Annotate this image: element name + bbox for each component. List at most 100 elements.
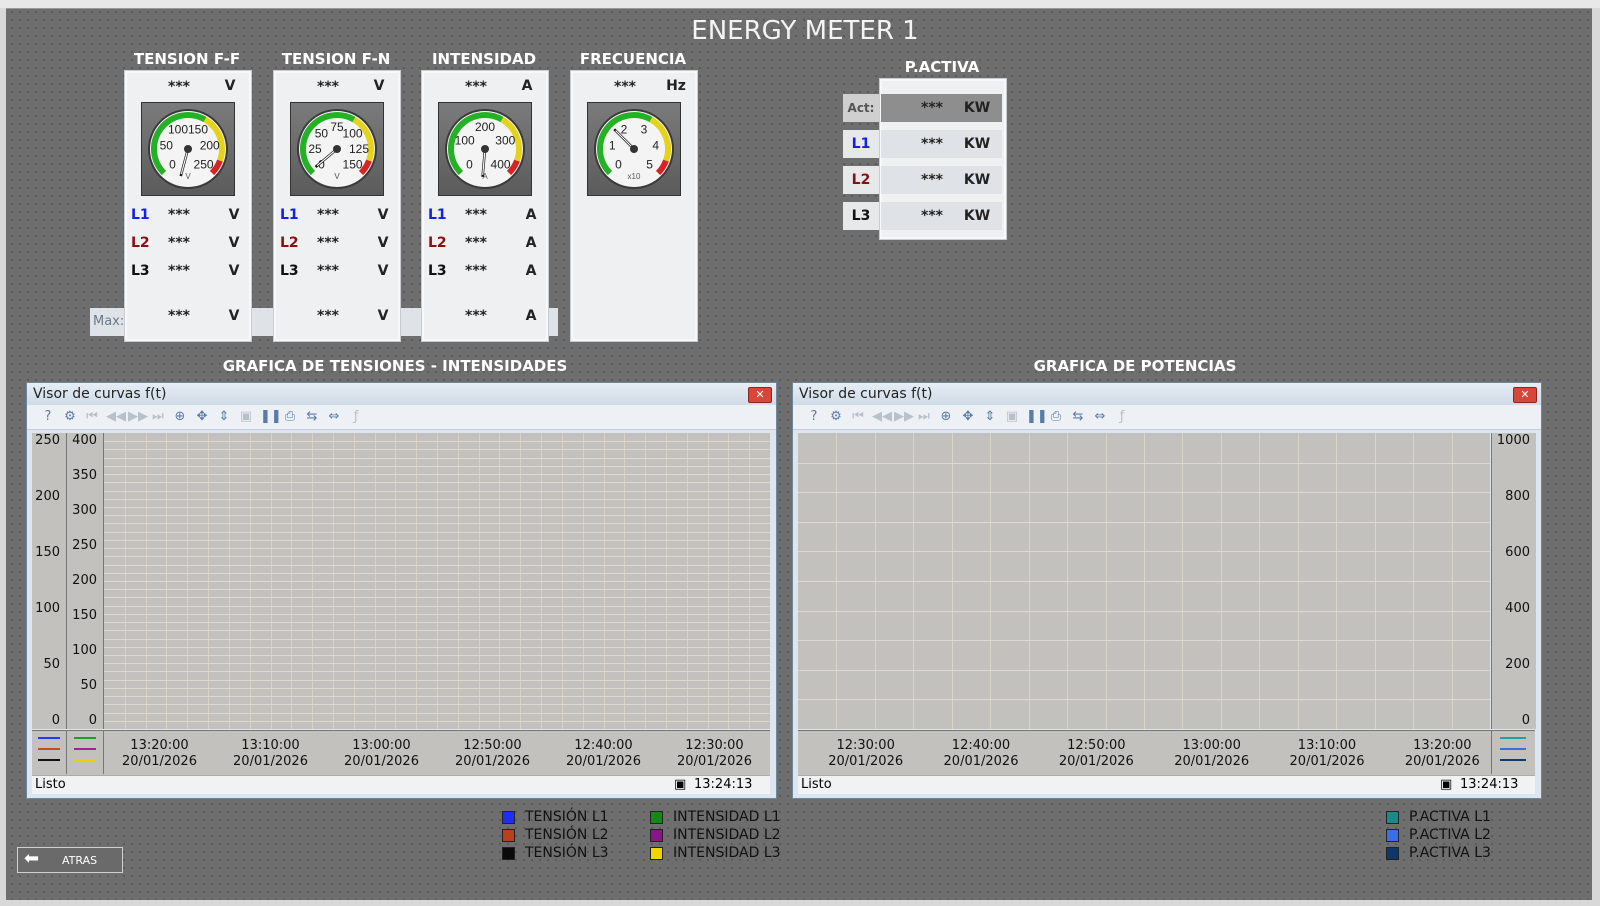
zoom-area-icon[interactable]: ▣ bbox=[238, 409, 254, 425]
series-marker-line bbox=[38, 748, 60, 750]
pause-icon[interactable]: ❚❚ bbox=[260, 409, 282, 425]
axis-icon[interactable]: ⇕ bbox=[216, 409, 232, 425]
axis-tick-label: 50 bbox=[43, 657, 60, 672]
x-tick-time: 13:00:00 bbox=[352, 738, 411, 753]
x-axis-tick-label: 12:30:00 20/01/2026 bbox=[821, 738, 911, 770]
gauge-tick-label: 25 bbox=[308, 142, 322, 156]
meter-title: TENSION F-F bbox=[133, 50, 241, 68]
phase-label: L2 bbox=[280, 235, 299, 251]
next-icon[interactable]: ▶▶ bbox=[128, 409, 148, 425]
meter-title: FRECUENCIA bbox=[579, 50, 687, 68]
phase-label: L1 bbox=[280, 207, 299, 223]
meter-unit: V bbox=[224, 78, 236, 94]
top-toolbar-strip bbox=[0, 0, 1600, 9]
x-tick-date: 20/01/2026 bbox=[677, 754, 752, 769]
print-icon[interactable]: ⎙ bbox=[1048, 409, 1064, 425]
series-marker-line bbox=[1500, 737, 1526, 739]
axis-icon[interactable]: ⇕ bbox=[982, 409, 998, 425]
prev-icon[interactable]: ◀◀ bbox=[106, 409, 126, 425]
gauge-tick-label: 100 bbox=[455, 134, 475, 148]
gauge-tick-label: 50 bbox=[315, 126, 329, 140]
gauge-tick-label: 4 bbox=[652, 139, 659, 153]
phase-unit: A bbox=[525, 207, 537, 223]
gauge-tick-label: 0 bbox=[169, 158, 176, 172]
legend-swatch bbox=[650, 846, 663, 860]
ruler-icon[interactable]: ⇆ bbox=[1070, 409, 1086, 425]
move-icon[interactable]: ✥ bbox=[194, 409, 210, 425]
legend-intensidades: INTENSIDAD L1 INTENSIDAD L2 INTENSIDAD L3 bbox=[650, 808, 781, 862]
legend-item: TENSIÓN L3 bbox=[502, 844, 609, 862]
analog-gauge: 0 50 100 150 200 250 V bbox=[141, 102, 235, 196]
prev-icon[interactable]: ◀◀ bbox=[872, 409, 892, 425]
select-icon[interactable]: ⇔ bbox=[1092, 409, 1108, 425]
gauge-tick-label: 5 bbox=[646, 158, 653, 172]
x-tick-time: 13:20:00 bbox=[130, 738, 189, 753]
max-value: *** bbox=[465, 308, 487, 324]
x-tick-date: 20/01/2026 bbox=[943, 754, 1019, 769]
config-icon[interactable]: ⚙ bbox=[62, 409, 78, 425]
last-icon[interactable]: ⏭ bbox=[150, 409, 166, 425]
gauge-tick-label: 200 bbox=[475, 120, 495, 134]
pactiva-row-label: L2 bbox=[843, 166, 879, 194]
zoom-icon[interactable]: ⊕ bbox=[172, 409, 188, 425]
phase-unit: V bbox=[377, 263, 389, 279]
legend-label: TENSIÓN L1 bbox=[525, 809, 609, 825]
ruler-icon[interactable]: ⇆ bbox=[304, 409, 320, 425]
select-icon[interactable]: ⇔ bbox=[326, 409, 342, 425]
phase-value: *** bbox=[168, 207, 190, 223]
pactiva-value: *** bbox=[921, 172, 943, 188]
gauge-unit-label: V bbox=[185, 172, 191, 181]
chart-left-heading: GRAFICA DE TENSIONES - INTENSIDADES bbox=[222, 357, 568, 375]
legend-label: INTENSIDAD L3 bbox=[673, 845, 781, 861]
trend-window-left-title: Visor de curvas f(t) bbox=[33, 386, 167, 402]
next-icon[interactable]: ▶▶ bbox=[894, 409, 914, 425]
axis-right bbox=[1491, 433, 1536, 729]
pactiva-value: *** bbox=[921, 136, 943, 152]
stats-icon[interactable]: ƒ bbox=[1114, 409, 1130, 425]
help-icon[interactable]: ? bbox=[806, 409, 822, 425]
close-icon[interactable]: ✕ bbox=[748, 387, 772, 403]
back-button[interactable]: ⬅ ATRAS bbox=[17, 847, 123, 873]
gauge-tick-label: 2 bbox=[621, 122, 628, 136]
back-button-label: ATRAS bbox=[62, 854, 98, 867]
x-tick-date: 20/01/2026 bbox=[1174, 754, 1250, 769]
move-icon[interactable]: ✥ bbox=[960, 409, 976, 425]
stats-icon[interactable]: ƒ bbox=[348, 409, 364, 425]
close-icon[interactable]: ✕ bbox=[1513, 387, 1537, 403]
plot-area-right[interactable] bbox=[798, 433, 1490, 729]
pactiva-row-label: L1 bbox=[843, 130, 879, 158]
gauge-tick-label: 150 bbox=[343, 158, 363, 172]
x-axis-tick-label: 12:40:00 20/01/2026 bbox=[936, 738, 1026, 770]
last-icon[interactable]: ⏭ bbox=[916, 409, 932, 425]
series-marker-line bbox=[38, 759, 60, 761]
axis-tick-label: 350 bbox=[72, 468, 97, 483]
phase-value: *** bbox=[465, 207, 487, 223]
x-axis-left-divider-2 bbox=[103, 730, 104, 774]
zoom-area-icon[interactable]: ▣ bbox=[1004, 409, 1020, 425]
config-icon[interactable]: ⚙ bbox=[828, 409, 844, 425]
first-icon[interactable]: ⏮ bbox=[850, 409, 866, 425]
x-tick-time: 12:30:00 bbox=[685, 738, 744, 753]
window-frame-bottom bbox=[0, 900, 1600, 906]
meter-title: INTENSIDAD bbox=[431, 50, 537, 68]
plot-area-left[interactable] bbox=[104, 433, 770, 729]
print-icon[interactable]: ⎙ bbox=[282, 409, 298, 425]
axis-tick-label: 400 bbox=[1505, 601, 1530, 616]
pause-icon[interactable]: ❚❚ bbox=[1026, 409, 1048, 425]
status-text-left: Listo bbox=[35, 777, 66, 792]
x-axis-tick-label: 12:50:00 20/01/2026 bbox=[1051, 738, 1141, 770]
analog-gauge: 0 100 200 300 400 A bbox=[438, 102, 532, 196]
x-tick-date: 20/01/2026 bbox=[455, 754, 530, 769]
axis-tick-label: 0 bbox=[51, 713, 60, 728]
first-icon[interactable]: ⏮ bbox=[84, 409, 100, 425]
pactiva-unit: KW bbox=[963, 172, 991, 188]
help-icon[interactable]: ? bbox=[40, 409, 56, 425]
phase-unit: A bbox=[525, 235, 537, 251]
axis-tick-label: 250 bbox=[35, 433, 60, 448]
axis-tick-label: 150 bbox=[72, 608, 97, 623]
series-marker-line bbox=[38, 737, 60, 739]
legend-swatch bbox=[502, 828, 515, 842]
x-axis-right-divider bbox=[1491, 730, 1492, 774]
legend-item: TENSIÓN L2 bbox=[502, 826, 609, 844]
zoom-icon[interactable]: ⊕ bbox=[938, 409, 954, 425]
